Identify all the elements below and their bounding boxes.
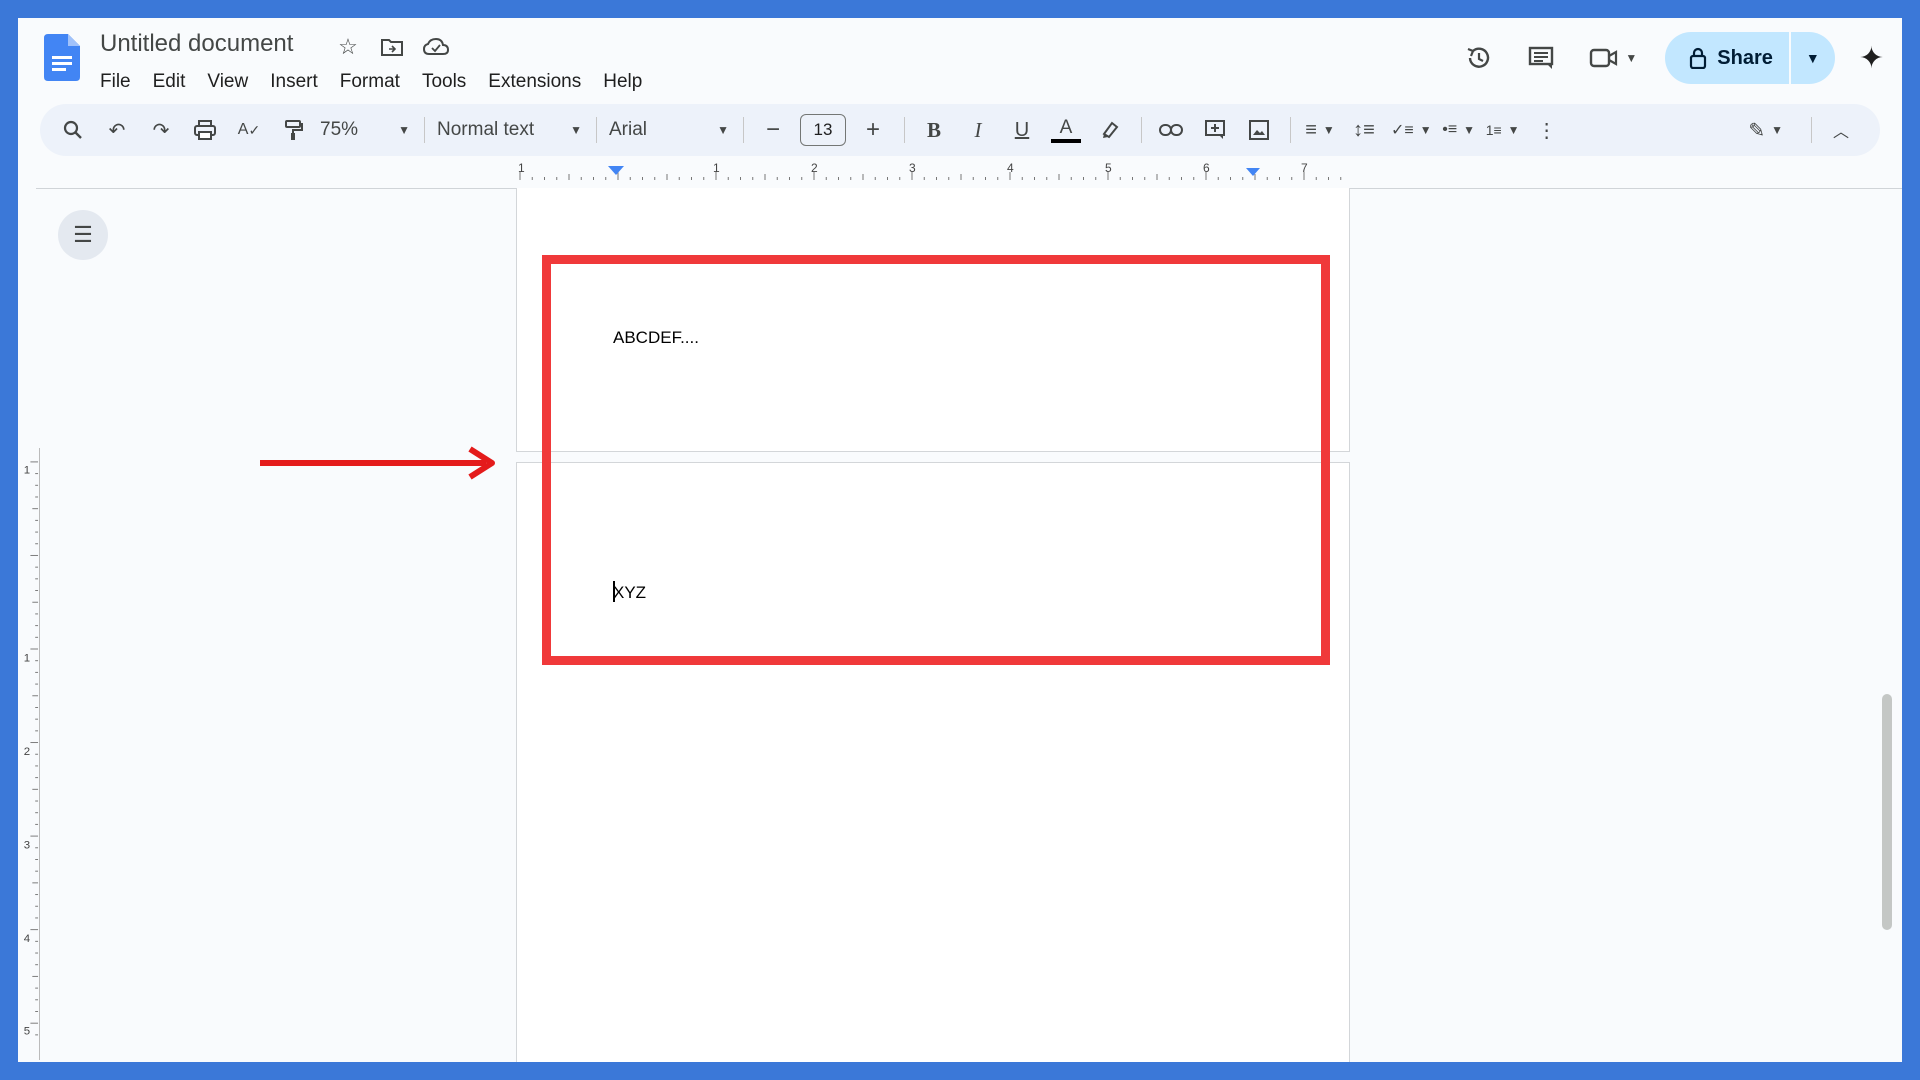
chevron-down-icon: ▼ xyxy=(398,123,410,137)
gemini-sparkle-icon[interactable]: ✦ xyxy=(1859,41,1884,76)
ruler-label: 1 xyxy=(713,163,720,175)
editing-mode-select[interactable]: ✎ ▼ xyxy=(1748,112,1783,148)
search-menus-icon[interactable] xyxy=(56,112,90,148)
highlight-color-icon[interactable] xyxy=(1093,112,1127,148)
document-title[interactable]: Untitled document xyxy=(100,30,293,58)
app-window: Untitled document ☆ File Edit View Inser… xyxy=(18,18,1902,1062)
vruler-label: 2 xyxy=(24,746,30,758)
document-outline-icon[interactable]: ☰ xyxy=(58,210,108,260)
menu-file[interactable]: File xyxy=(100,66,141,98)
version-history-icon[interactable] xyxy=(1459,38,1499,78)
ruler-label: 4 xyxy=(1007,163,1014,175)
paint-format-icon[interactable] xyxy=(276,112,310,148)
menu-view[interactable]: View xyxy=(207,66,258,98)
ruler-label: 7 xyxy=(1301,163,1308,175)
font-value: Arial xyxy=(609,119,648,140)
horizontal-ruler[interactable]: 1 1 2 3 4 5 6 7 xyxy=(516,163,1350,181)
more-options-icon[interactable]: ⋮ xyxy=(1530,112,1564,148)
left-indent-marker xyxy=(608,166,624,175)
menu-extensions[interactable]: Extensions xyxy=(488,66,591,98)
vertical-ruler[interactable]: 1 1 2 3 4 5 xyxy=(18,448,40,1060)
vruler-label: 1 xyxy=(24,652,30,664)
numbered-list-select[interactable]: 1≡ ▼ xyxy=(1486,112,1520,148)
ruler-label: 5 xyxy=(1105,163,1112,175)
ruler-label: 6 xyxy=(1203,163,1210,175)
share-button[interactable]: Share xyxy=(1665,32,1789,84)
toolbar-divider xyxy=(1290,117,1291,143)
share-label: Share xyxy=(1717,46,1773,69)
increase-font-size-button[interactable]: + xyxy=(856,112,890,148)
chevron-down-icon: ▼ xyxy=(717,123,729,137)
ruler-label: 2 xyxy=(811,163,818,175)
meet-video-icon[interactable]: ▼ xyxy=(1583,38,1643,78)
toolbar-divider xyxy=(424,117,425,143)
checklist-select[interactable]: ✓≡ ▼ xyxy=(1391,112,1432,148)
chevron-down-icon: ▼ xyxy=(1322,123,1335,137)
paragraph-style-select[interactable]: Normal text ▼ xyxy=(437,112,582,148)
zoom-value: 75% xyxy=(320,119,359,140)
move-folder-icon[interactable] xyxy=(377,32,407,62)
vruler-label: 3 xyxy=(24,840,30,852)
menu-insert[interactable]: Insert xyxy=(270,66,328,98)
annotation-arrow-icon xyxy=(260,446,495,480)
chevron-down-icon: ▼ xyxy=(570,123,582,137)
chevron-down-icon: ▼ xyxy=(1507,123,1520,137)
toolbar-divider xyxy=(1141,117,1142,143)
line-spacing-icon[interactable]: ↕≡ xyxy=(1347,112,1381,148)
vertical-scrollbar[interactable] xyxy=(1882,694,1892,930)
text-color-icon[interactable]: A xyxy=(1049,112,1083,148)
hide-menus-chevron-up-icon[interactable]: ︿ xyxy=(1824,112,1858,148)
docs-logo-icon[interactable] xyxy=(44,34,80,81)
zoom-select[interactable]: 75% ▼ xyxy=(320,112,410,148)
menu-edit[interactable]: Edit xyxy=(153,66,196,98)
undo-icon[interactable]: ↶ xyxy=(100,112,134,148)
decrease-font-size-button[interactable]: − xyxy=(756,112,790,148)
highlight-box xyxy=(542,255,1330,665)
comments-icon[interactable] xyxy=(1521,38,1561,78)
right-indent-marker xyxy=(1246,168,1260,176)
toolbar-divider xyxy=(1811,117,1812,143)
toolbar-divider xyxy=(596,117,597,143)
bulleted-list-select[interactable]: •≡ ▼ xyxy=(1442,112,1476,148)
menu-tools[interactable]: Tools xyxy=(422,66,476,98)
menu-bar: File Edit View Insert Format Tools Exten… xyxy=(100,66,664,98)
bold-icon[interactable]: B xyxy=(917,112,951,148)
align-left-icon: ≡ xyxy=(1305,118,1317,141)
redo-icon[interactable]: ↷ xyxy=(144,112,178,148)
share-dropdown-button[interactable]: ▼ xyxy=(1790,32,1835,84)
chevron-down-icon: ▼ xyxy=(1463,123,1476,137)
toolbar-divider xyxy=(743,117,744,143)
star-icon[interactable]: ☆ xyxy=(333,32,363,62)
chevron-down-icon[interactable]: ▼ xyxy=(1625,51,1637,65)
share-button-group: Share ▼ xyxy=(1665,32,1835,84)
add-comment-icon[interactable] xyxy=(1198,112,1232,148)
chevron-down-icon: ▼ xyxy=(1419,123,1432,137)
ruler-label: 3 xyxy=(909,163,916,175)
vruler-label: 1 xyxy=(24,464,30,476)
italic-icon[interactable]: I xyxy=(961,112,995,148)
formatting-toolbar: ↶ ↷ A ✓ 75% ▼ Normal text ▼ Arial ▼ − 13 … xyxy=(40,104,1880,156)
font-select[interactable]: Arial ▼ xyxy=(609,112,729,148)
insert-image-icon[interactable] xyxy=(1242,112,1276,148)
ruler-label: 1 xyxy=(518,163,525,175)
font-size-input[interactable]: 13 xyxy=(800,114,846,146)
print-icon[interactable] xyxy=(188,112,222,148)
cloud-saved-icon[interactable] xyxy=(421,32,451,62)
bulleted-list-icon: •≡ xyxy=(1442,121,1458,138)
vruler-label: 5 xyxy=(24,1026,30,1038)
lock-icon xyxy=(1690,47,1707,69)
chevron-down-icon: ▼ xyxy=(1771,123,1783,137)
align-select[interactable]: ≡ ▼ xyxy=(1303,112,1337,148)
toolbar-divider xyxy=(904,117,905,143)
insert-link-icon[interactable] xyxy=(1154,112,1188,148)
menu-format[interactable]: Format xyxy=(340,66,410,98)
pencil-icon: ✎ xyxy=(1748,119,1766,142)
checklist-icon: ✓≡ xyxy=(1391,122,1414,139)
spellcheck-icon[interactable]: A ✓ xyxy=(232,112,266,148)
menu-help[interactable]: Help xyxy=(603,66,652,98)
numbered-list-icon: 1≡ xyxy=(1485,122,1502,138)
paragraph-style-value: Normal text xyxy=(437,119,535,140)
underline-icon[interactable]: U xyxy=(1005,112,1039,148)
vruler-label: 4 xyxy=(24,933,31,945)
